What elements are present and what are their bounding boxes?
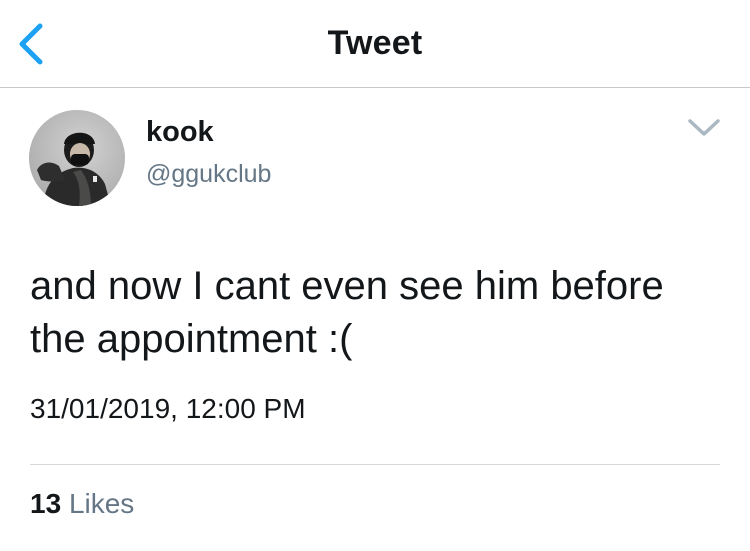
- likes-count: 13: [30, 488, 62, 519]
- tweet-menu-button[interactable]: [686, 116, 722, 140]
- likes-label: Likes: [68, 488, 135, 519]
- author-handle[interactable]: @ggukclub: [146, 160, 271, 189]
- author-display-name[interactable]: kook: [146, 116, 214, 149]
- tweet-timestamp: 31/01/2019, 12:00 PM: [30, 393, 306, 424]
- avatar-image: [29, 110, 125, 206]
- chevron-down-icon: [688, 119, 720, 136]
- page-title: Tweet: [327, 24, 423, 62]
- tweet-text: and now I cant even see him before the a…: [30, 264, 664, 361]
- tweet-detail-screen: Tweet kook @ggukclub and now I cant even…: [0, 0, 750, 551]
- likes-button[interactable]: 13 Likes: [30, 488, 134, 520]
- avatar[interactable]: [29, 110, 125, 206]
- navigation-bar: Tweet: [0, 0, 750, 88]
- divider: [30, 464, 720, 465]
